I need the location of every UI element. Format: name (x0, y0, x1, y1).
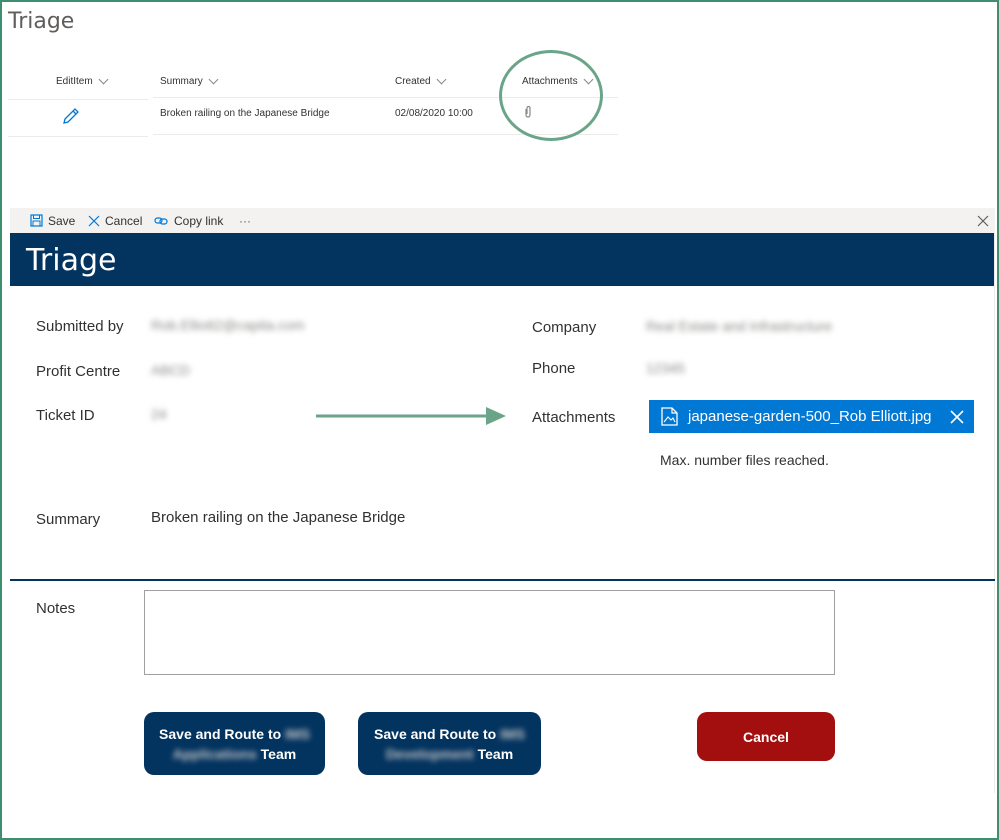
company-value: Real Estate and Infrastructure (646, 318, 832, 334)
save-button[interactable]: Save (30, 208, 75, 233)
submitted-by-value: Rob.Elliott2@capita.com (151, 317, 305, 333)
attachment-file-name: japanese-garden-500_Rob Elliott.jpg (688, 408, 932, 425)
annotation-circle (499, 50, 603, 141)
chevron-down-icon (436, 74, 447, 85)
max-files-message: Max. number files reached. (660, 452, 829, 468)
ticket-id-value: 24 (151, 406, 167, 422)
company-label: Company (532, 319, 597, 336)
pencil-icon (63, 108, 79, 124)
edit-item-button[interactable] (61, 106, 81, 129)
row-created: 02/08/2020 10:00 (395, 108, 473, 119)
cancel-label: Cancel (105, 213, 143, 228)
summary-label: Summary (36, 511, 101, 528)
column-header-label: Created (395, 76, 431, 87)
close-icon (950, 409, 964, 424)
section-divider (10, 579, 995, 581)
form-toolbar: Save Cancel Copy link ··· (10, 208, 995, 233)
row-summary[interactable]: Broken railing on the Japanese Bridge (160, 108, 330, 119)
redacted-text: Development (385, 745, 474, 762)
phone-label: Phone (532, 360, 576, 377)
redacted-text: IMS (500, 725, 525, 742)
profit-centre-value: ABCD (151, 362, 190, 378)
more-options-button[interactable]: ··· (239, 208, 251, 233)
phone-value: 12345 (646, 360, 685, 376)
close-panel-button[interactable] (977, 208, 989, 233)
row-divider (8, 99, 148, 100)
save-icon (30, 214, 43, 227)
notes-label: Notes (36, 600, 76, 617)
redacted-text: Applications (172, 745, 257, 762)
chevron-down-icon (208, 74, 219, 85)
row-divider (8, 136, 148, 137)
button-line-2: Applications Team (172, 745, 297, 762)
form-title: Triage (26, 243, 117, 278)
list-title: Triage (8, 9, 75, 34)
button-line-1: Save and Route to IMS (159, 725, 310, 742)
cancel-button[interactable]: Cancel (697, 712, 835, 761)
button-line-2: Development Team (385, 745, 514, 762)
notes-field[interactable] (144, 590, 835, 675)
column-header-created[interactable]: Created (395, 74, 447, 87)
summary-value: Broken railing on the Japanese Bridge (151, 509, 406, 526)
column-header-label: EditItem (56, 76, 93, 87)
column-header-edititem[interactable]: EditItem (56, 74, 109, 87)
profit-centre-label: Profit Centre (36, 363, 121, 380)
redacted-text: IMS (285, 725, 310, 742)
attachments-label: Attachments (532, 409, 616, 426)
copy-link-button[interactable]: Copy link (154, 208, 223, 233)
submitted-by-label: Submitted by (36, 318, 124, 335)
close-icon (977, 215, 989, 226)
button-line-1: Save and Route to IMS (374, 725, 525, 742)
panel-border (994, 233, 995, 793)
annotation-arrow (316, 407, 506, 425)
attachment-chip[interactable]: japanese-garden-500_Rob Elliott.jpg (649, 400, 974, 433)
column-header-summary[interactable]: Summary (160, 74, 219, 87)
form-header: Triage (10, 233, 995, 286)
copy-link-label: Copy link (174, 213, 224, 228)
close-icon (88, 215, 100, 226)
save-label: Save (48, 213, 76, 228)
chevron-down-icon (98, 74, 109, 85)
save-route-development-button[interactable]: Save and Route to IMS Development Team (358, 712, 541, 775)
ticket-id-label: Ticket ID (36, 407, 95, 424)
image-file-icon (661, 407, 678, 426)
cancel-button-label: Cancel (743, 728, 789, 745)
column-header-label: Summary (160, 76, 203, 87)
more-icon: ··· (239, 213, 251, 228)
link-icon (154, 216, 168, 225)
remove-attachment-button[interactable] (940, 400, 974, 433)
save-route-applications-button[interactable]: Save and Route to IMS Applications Team (144, 712, 325, 775)
cancel-toolbar-button[interactable]: Cancel (88, 208, 142, 233)
